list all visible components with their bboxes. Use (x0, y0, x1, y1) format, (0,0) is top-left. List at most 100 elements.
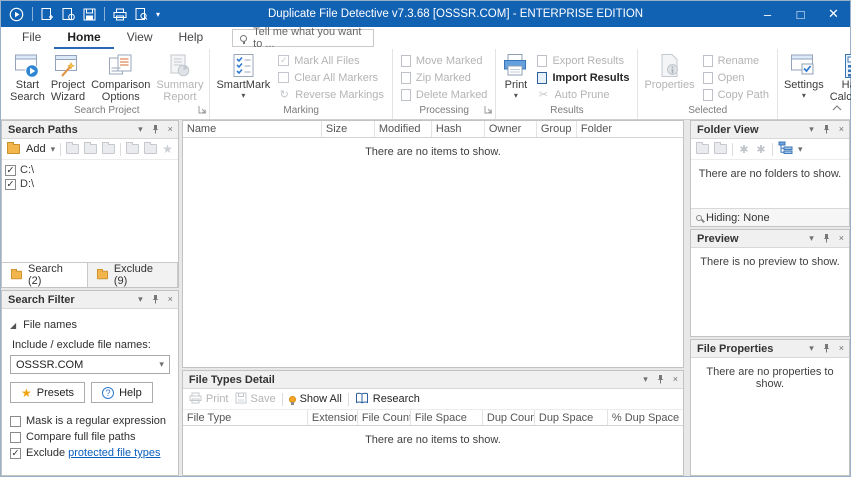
panel-menu-icon[interactable]: ▾ (809, 125, 814, 134)
close-icon[interactable]: × (839, 234, 844, 243)
full-paths-checkbox-row[interactable]: Compare full file paths (10, 429, 170, 445)
dialog-launcher-icon[interactable] (484, 105, 493, 117)
properties-button[interactable]: Properties (641, 51, 697, 104)
column-header-folder[interactable]: Folder (577, 121, 683, 137)
clear-all-markers-button[interactable]: Clear All Markers (273, 69, 389, 86)
run-search-icon[interactable] (9, 7, 24, 22)
comparison-options-button[interactable]: Comparison Options (88, 51, 153, 104)
panel-menu-icon[interactable]: ▾ (809, 234, 814, 243)
export-results-button[interactable]: Export Results (532, 52, 634, 69)
reverse-markings-button[interactable]: ↻ Reverse Markings (273, 86, 389, 103)
project-wizard-button[interactable]: Project Wizard (48, 51, 88, 104)
uncheck-paths-icon[interactable] (144, 142, 158, 154)
research-button[interactable]: Research (355, 392, 420, 407)
rename-button[interactable]: Rename (698, 52, 774, 69)
column-header-group[interactable]: Group (537, 121, 577, 137)
column-header-owner[interactable]: Owner (485, 121, 537, 137)
close-icon[interactable]: × (839, 125, 844, 134)
column-header-dup-space[interactable]: Dup Space (535, 410, 608, 425)
column-header-dup-count[interactable]: Dup Count (483, 410, 535, 425)
move-marked-button[interactable]: Move Marked (396, 52, 493, 69)
section-file-names[interactable]: ◢ File names (10, 315, 170, 335)
mark-all-files-button[interactable]: ✓ Mark All Files (273, 52, 389, 69)
pin-icon[interactable] (151, 294, 160, 306)
full-paths-checkbox[interactable] (10, 431, 21, 443)
close-icon[interactable]: × (168, 125, 173, 134)
show-all-button[interactable]: Show All (288, 393, 342, 405)
pin-icon[interactable] (822, 343, 831, 355)
file-name-pattern-combobox[interactable]: OSSSR.COM ▾ (10, 355, 170, 374)
panel-menu-icon[interactable]: ▾ (138, 295, 143, 304)
start-search-button[interactable]: Start Search (7, 51, 48, 104)
column-header-size[interactable]: Size (322, 121, 375, 137)
collapse-ribbon-icon[interactable] (832, 102, 842, 114)
smartmark-button[interactable]: SmartMark ▾ (213, 51, 273, 104)
remove-path-icon[interactable] (84, 142, 98, 154)
close-button[interactable]: ✕ (817, 1, 850, 27)
close-icon[interactable]: × (673, 375, 678, 384)
collapse-folders-icon[interactable] (714, 142, 727, 154)
column-header-extension[interactable]: Extension (308, 410, 358, 425)
presets-button[interactable]: ★ Presets (10, 382, 86, 403)
tree-view-mode-icon[interactable] (778, 141, 793, 157)
dialog-launcher-icon[interactable] (198, 105, 207, 117)
column-header-pct-dup-space[interactable]: % Dup Space (608, 410, 683, 425)
auto-prune-button[interactable]: ✂ Auto Prune (532, 86, 634, 103)
path-item[interactable]: ✓ C:\ (5, 163, 175, 177)
column-header-modified[interactable]: Modified (375, 121, 432, 137)
column-header-file-count[interactable]: File Count (358, 410, 411, 425)
column-header-file-type[interactable]: File Type (183, 410, 308, 425)
print-preview-icon[interactable] (135, 7, 148, 21)
copy-path-button[interactable]: Copy Path (698, 86, 774, 103)
clear-paths-icon[interactable] (102, 142, 116, 154)
expand-folders-icon[interactable] (696, 142, 709, 154)
tab-exclude-paths[interactable]: Exclude (9) (88, 263, 178, 287)
panel-menu-icon[interactable]: ▾ (138, 125, 143, 134)
panel-menu-icon[interactable]: ▾ (809, 344, 814, 353)
add-dropdown-icon[interactable]: ▾ (51, 144, 56, 154)
print-results-button[interactable]: Print ▾ (499, 51, 532, 104)
delete-marked-button[interactable]: Delete Marked (396, 86, 493, 103)
add-button[interactable]: Add (26, 143, 46, 155)
close-icon[interactable]: × (839, 344, 844, 353)
summary-report-button[interactable]: Summary Report (153, 51, 206, 104)
save-icon[interactable] (83, 8, 96, 21)
protected-file-types-link[interactable]: protected file types (68, 447, 160, 459)
close-icon[interactable]: × (168, 295, 173, 304)
tab-view[interactable]: View (114, 27, 166, 49)
path-checkbox[interactable]: ✓ (5, 178, 16, 190)
settings-button[interactable]: Settings ▾ (781, 51, 827, 104)
open-button[interactable]: Open (698, 69, 774, 86)
import-results-button[interactable]: Import Results (532, 69, 634, 86)
regex-checkbox-row[interactable]: Mask is a regular expression (10, 413, 170, 429)
path-checkbox[interactable]: ✓ (5, 164, 16, 176)
print-icon[interactable] (113, 8, 127, 21)
maximize-button[interactable]: □ (784, 1, 817, 27)
tab-home[interactable]: Home (54, 27, 114, 49)
minimize-button[interactable]: – (751, 1, 784, 27)
ftd-print-button[interactable]: Print (189, 392, 229, 407)
ftd-save-button[interactable]: Save (235, 392, 276, 407)
new-project-icon[interactable] (41, 7, 54, 21)
hide-folder-icon[interactable]: ✱ (738, 143, 750, 156)
pin-icon[interactable] (822, 233, 831, 245)
exclude-protected-checkbox-row[interactable]: ✓ Exclude protected file types (10, 445, 170, 461)
zip-marked-button[interactable]: Zip Marked (396, 69, 493, 86)
favorites-icon[interactable]: ★ (162, 143, 173, 155)
help-button[interactable]: ? Help (91, 382, 153, 403)
regex-checkbox[interactable] (10, 415, 21, 427)
column-header-hash[interactable]: Hash (432, 121, 485, 137)
edit-path-icon[interactable] (66, 142, 80, 154)
open-project-icon[interactable] (62, 7, 75, 21)
tree-view-dropdown-icon[interactable]: ▾ (798, 144, 803, 154)
hash-calculator-button[interactable]: Hash Calculator (827, 51, 851, 104)
tab-help[interactable]: Help (165, 27, 216, 49)
unhide-folder-icon[interactable]: ✱ (755, 143, 767, 156)
path-item[interactable]: ✓ D:\ (5, 177, 175, 191)
exclude-protected-checkbox[interactable]: ✓ (10, 447, 21, 459)
tab-search-paths[interactable]: Search (2) (2, 263, 88, 287)
pin-icon[interactable] (151, 124, 160, 136)
pin-icon[interactable] (656, 374, 665, 386)
tell-me-search-box[interactable]: Tell me what you want to ... (232, 26, 375, 50)
tab-file[interactable]: File (9, 27, 54, 49)
